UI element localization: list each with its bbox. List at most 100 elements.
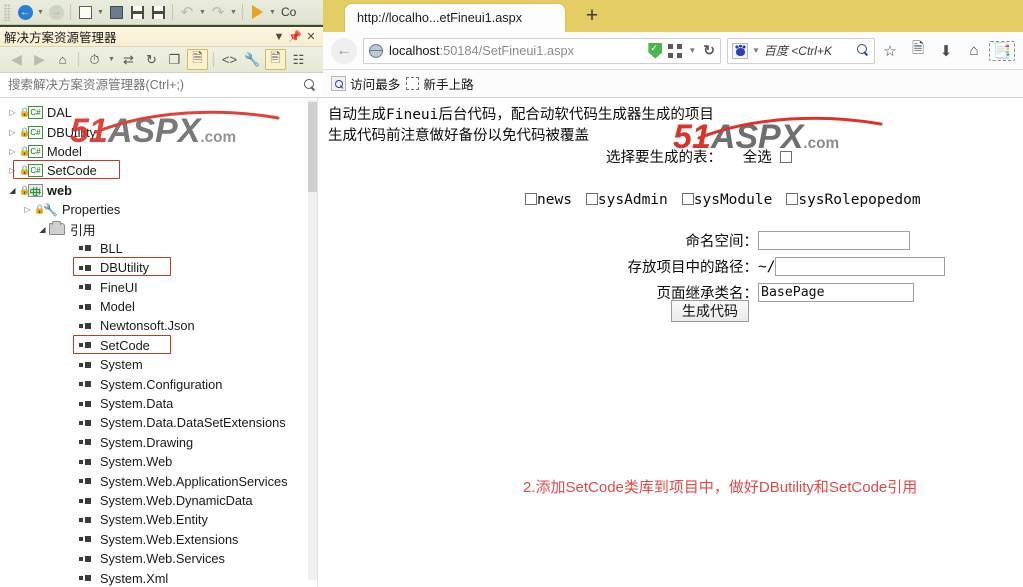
navigate-forward-icon[interactable]: → <box>46 2 66 22</box>
tree-item[interactable]: Newtonsoft.Json <box>0 316 317 335</box>
redo-dropdown-icon[interactable]: ▼ <box>229 9 238 16</box>
debug-target-dropdown-icon[interactable]: ▼ <box>268 9 277 16</box>
browser-tab[interactable]: http://localho...etFineui1.aspx <box>345 4 565 32</box>
tree-item[interactable]: ▷ 🔒 C# DAL <box>0 103 317 122</box>
solution-explorer-search[interactable] <box>0 73 323 98</box>
tree-item[interactable]: System.Xml <box>0 568 317 587</box>
generate-code-button[interactable]: 生成代码 <box>671 300 749 322</box>
tree-item[interactable]: ▷ 🔒 C# DBUtility <box>0 122 317 141</box>
tree-item[interactable]: BLL <box>0 239 317 258</box>
search-icon[interactable] <box>857 44 870 57</box>
bookmark-getting-started[interactable]: 新手上路 <box>406 74 474 93</box>
chevron-down-icon[interactable]: ◢ <box>36 225 49 234</box>
tree-item[interactable]: System.Web.ApplicationServices <box>0 471 317 490</box>
toolbar-grip[interactable] <box>4 3 11 21</box>
chevron-down-icon[interactable]: ◢ <box>6 186 19 195</box>
sync-with-active-document-icon[interactable]: ⇄ <box>118 49 139 70</box>
tree-item[interactable]: System.Data.DataSetExtensions <box>0 413 317 432</box>
forward-icon[interactable]: ▶ <box>29 49 50 70</box>
search-bar[interactable]: ▼ 百度 <Ctrl+K <box>727 37 875 64</box>
tree-item[interactable]: System.Drawing <box>0 433 317 452</box>
search-icon[interactable] <box>304 78 317 92</box>
properties-icon[interactable]: 🔧 <box>242 49 263 70</box>
tree-scrollbar-thumb[interactable] <box>308 102 317 192</box>
chevron-right-icon[interactable]: ▷ <box>6 108 19 117</box>
paste-dropdown-icon[interactable]: ▼ <box>96 9 105 16</box>
navigate-back-icon[interactable]: ← <box>15 2 35 22</box>
url-text[interactable]: localhost:50184/SetFineui1.aspx <box>389 43 644 58</box>
tree-item[interactable]: System.Web.Entity <box>0 510 317 529</box>
select-all-checkbox[interactable] <box>780 151 793 163</box>
table-checkbox[interactable] <box>681 193 694 205</box>
view-code-icon[interactable]: <> <box>219 49 240 70</box>
back-arrow-icon[interactable]: ← <box>331 37 357 64</box>
save-icon[interactable] <box>127 2 147 22</box>
form-input[interactable] <box>775 257 946 276</box>
debug-target-label[interactable]: Co <box>281 5 296 19</box>
tree-item[interactable]: System.Configuration <box>0 374 317 393</box>
search-input[interactable] <box>6 77 304 93</box>
form-input[interactable] <box>758 283 914 302</box>
bookmark-most-visited[interactable]: 访问最多 <box>331 74 400 93</box>
tree-item[interactable]: System <box>0 355 317 374</box>
save-all-icon[interactable] <box>106 2 126 22</box>
class-view-icon[interactable]: ☷ <box>288 49 309 70</box>
start-debug-icon[interactable] <box>247 2 267 22</box>
save-copy-icon[interactable] <box>148 2 168 22</box>
table-checkbox[interactable] <box>585 193 598 205</box>
show-all-files-icon[interactable]: 🗎 <box>187 49 208 70</box>
home-icon[interactable]: ⌂ <box>52 49 73 70</box>
tree-item[interactable]: System.Web.DynamicData <box>0 491 317 510</box>
tree-item[interactable]: FineUI <box>0 278 317 297</box>
chevron-down-icon[interactable]: ▼ <box>271 31 287 43</box>
tree-item[interactable]: ◢ 引用 <box>0 219 317 238</box>
refresh-icon[interactable]: ↻ <box>141 49 162 70</box>
tree-item[interactable]: System.Web.Services <box>0 549 317 568</box>
undo-dropdown-icon[interactable]: ▼ <box>198 9 207 16</box>
qr-code-icon[interactable] <box>668 43 683 58</box>
undo-icon[interactable]: ↶ <box>177 2 197 22</box>
paste-icon[interactable] <box>75 2 95 22</box>
download-arrow-icon[interactable]: ⬇ <box>933 42 959 60</box>
collapse-all-icon[interactable]: ❐ <box>164 49 185 70</box>
chevron-right-icon[interactable]: ▷ <box>6 166 19 175</box>
search-engine-dropdown-icon[interactable]: ▼ <box>752 46 760 55</box>
star-icon[interactable]: ☆ <box>877 42 903 60</box>
tree-item[interactable]: ▷ 🔒 C# SetCode <box>0 161 317 180</box>
evernote-clipper-icon[interactable]: 📑 <box>989 40 1015 61</box>
search-placeholder[interactable]: 百度 <Ctrl+K <box>764 42 857 59</box>
table-checkbox-item[interactable]: sysModule <box>681 192 772 208</box>
tree-item[interactable]: ▷ 🔒 🔧 Properties <box>0 200 317 219</box>
new-tab-button[interactable]: + <box>581 5 603 28</box>
tree-item[interactable]: DBUtility <box>0 258 317 277</box>
chevron-right-icon[interactable]: ▷ <box>6 128 19 137</box>
reader-list-icon[interactable]: 🗎 <box>905 38 931 63</box>
tree-item[interactable]: Model <box>0 297 317 316</box>
table-checkbox-item[interactable]: news <box>525 192 572 208</box>
chevron-right-icon[interactable]: ▷ <box>21 205 34 214</box>
tree-item[interactable]: ◢ 🔒 web <box>0 181 317 200</box>
chevron-right-icon[interactable]: ▷ <box>6 147 19 156</box>
table-checkbox[interactable] <box>525 193 537 205</box>
security-shield-icon[interactable] <box>648 42 663 59</box>
reload-icon[interactable]: ↻ <box>703 42 715 59</box>
tree-scrollbar[interactable] <box>308 100 317 580</box>
baidu-paw-icon[interactable] <box>732 42 748 59</box>
form-input[interactable] <box>758 231 910 250</box>
address-bar[interactable]: localhost:50184/SetFineui1.aspx ▼ ↻ <box>363 37 721 64</box>
table-checkbox-item[interactable]: sysAdmin <box>585 192 668 208</box>
pin-icon[interactable]: 📌 <box>287 30 303 43</box>
chevron-down-icon[interactable]: ▼ <box>688 46 696 55</box>
home-icon[interactable]: ⌂ <box>961 42 987 59</box>
solution-tree[interactable]: ▷ 🔒 C# DAL ▷ 🔒 C# DBUtility ▷ 🔒 C# Model ▷ 🔒 C# SetCode… <box>0 98 317 587</box>
pending-changes-icon[interactable]: ⏱ <box>84 49 105 70</box>
table-checkbox-item[interactable]: sysRolepopedom <box>786 192 921 208</box>
tree-item[interactable]: System.Data <box>0 394 317 413</box>
tree-item[interactable]: SetCode <box>0 336 317 355</box>
back-icon[interactable]: ◀ <box>6 49 27 70</box>
pending-changes-dropdown-icon[interactable]: ▼ <box>107 56 116 63</box>
table-checkbox[interactable] <box>786 193 799 205</box>
back-dropdown-icon[interactable]: ▼ <box>36 9 45 16</box>
close-icon[interactable]: ✕ <box>303 30 319 43</box>
view-designer-icon[interactable]: 🖹 <box>265 49 286 70</box>
